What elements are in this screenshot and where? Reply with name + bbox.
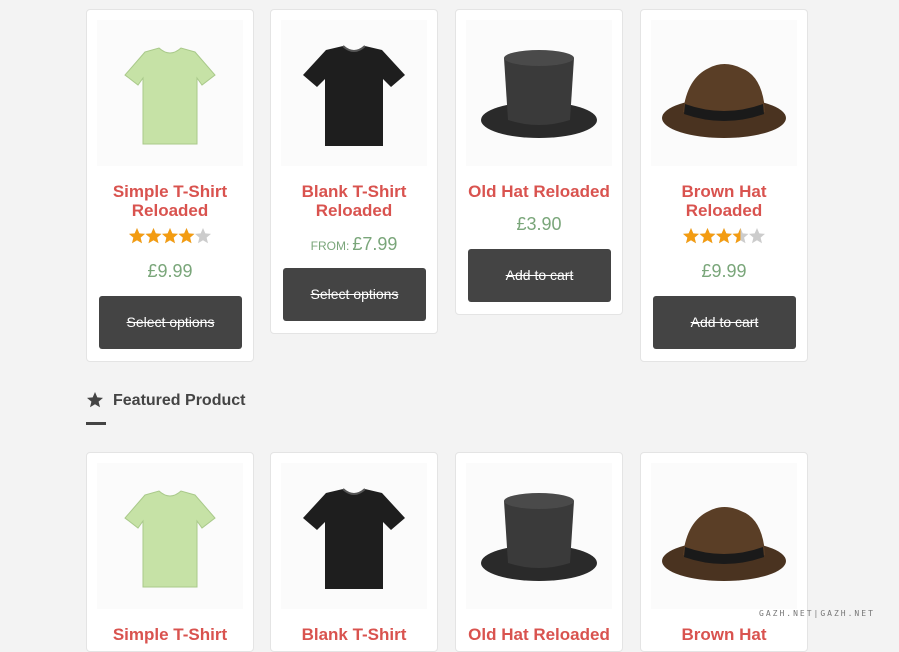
product-card: Simple T-Shirt Reloaded £9.99 Select opt… xyxy=(86,9,254,362)
product-card: Old Hat Reloaded xyxy=(455,452,623,652)
star-icon xyxy=(162,228,178,244)
star-rating-icon xyxy=(683,228,765,244)
product-card: Simple T-Shirt xyxy=(86,452,254,652)
star-icon xyxy=(87,392,103,408)
add-to-cart-button[interactable]: Add to cart xyxy=(468,249,611,302)
star-icon xyxy=(699,228,716,244)
product-image[interactable] xyxy=(651,20,797,166)
product-title[interactable]: Blank T-Shirt Reloaded xyxy=(271,182,437,220)
product-card: Old Hat Reloaded £3.90 Add to cart xyxy=(455,9,623,315)
product-image[interactable] xyxy=(281,463,427,609)
top-hat-image xyxy=(481,50,597,138)
product-title[interactable]: Brown Hat xyxy=(641,625,807,644)
product-image[interactable] xyxy=(281,20,427,166)
brown-hat-image xyxy=(662,64,786,138)
section-heading-label: Featured Product xyxy=(113,392,246,409)
section-underline xyxy=(86,422,106,425)
product-price: £9.99 xyxy=(701,261,747,281)
select-options-button[interactable]: Select options xyxy=(283,268,426,321)
product-card: Brown Hat Reloaded £9.99 Add to cart xyxy=(640,9,808,362)
star-icon xyxy=(195,228,211,244)
rating-stars xyxy=(87,227,253,245)
add-to-cart-button[interactable]: Add to cart xyxy=(653,296,796,349)
select-options-button[interactable]: Select options xyxy=(99,296,242,349)
star-icon xyxy=(129,228,145,244)
product-title[interactable]: Blank T-Shirt xyxy=(271,625,437,644)
product-title[interactable]: Old Hat Reloaded xyxy=(456,625,622,644)
product-image[interactable] xyxy=(97,463,243,609)
product-image[interactable] xyxy=(466,463,612,609)
rating-stars xyxy=(641,227,807,245)
tshirt-black-image xyxy=(303,488,405,589)
star-icon xyxy=(732,228,749,244)
brown-hat-image xyxy=(662,507,786,581)
tshirt-black-image xyxy=(303,45,405,146)
product-price: £3.90 xyxy=(516,214,562,234)
product-price: FROM: £7.99 xyxy=(271,234,437,255)
product-price: £9.99 xyxy=(147,261,193,281)
tshirt-green-image xyxy=(124,47,216,145)
star-icon xyxy=(683,228,699,244)
star-icon xyxy=(749,228,765,244)
watermark: GAZH.NET|GAZH.NET xyxy=(759,609,875,618)
top-hat-image xyxy=(481,493,597,581)
price-from-label: FROM: xyxy=(310,239,350,253)
product-card: Blank T-Shirt Reloaded FROM: £7.99 Select… xyxy=(270,9,438,334)
star-icon xyxy=(178,228,195,244)
product-image[interactable] xyxy=(651,463,797,609)
product-image[interactable] xyxy=(97,20,243,166)
product-title[interactable]: Old Hat Reloaded xyxy=(456,182,622,201)
star-rating-icon xyxy=(129,228,211,244)
star-icon xyxy=(145,228,162,244)
product-card: Blank T-Shirt xyxy=(270,452,438,652)
price-value: £7.99 xyxy=(352,234,398,254)
product-title[interactable]: Simple T-Shirt Reloaded xyxy=(87,182,253,220)
product-title[interactable]: Brown Hat Reloaded xyxy=(641,182,807,220)
star-icon xyxy=(716,228,732,244)
product-title[interactable]: Simple T-Shirt xyxy=(87,625,253,644)
product-card: Brown Hat xyxy=(640,452,808,652)
product-image[interactable] xyxy=(466,20,612,166)
tshirt-green-image xyxy=(124,490,216,588)
